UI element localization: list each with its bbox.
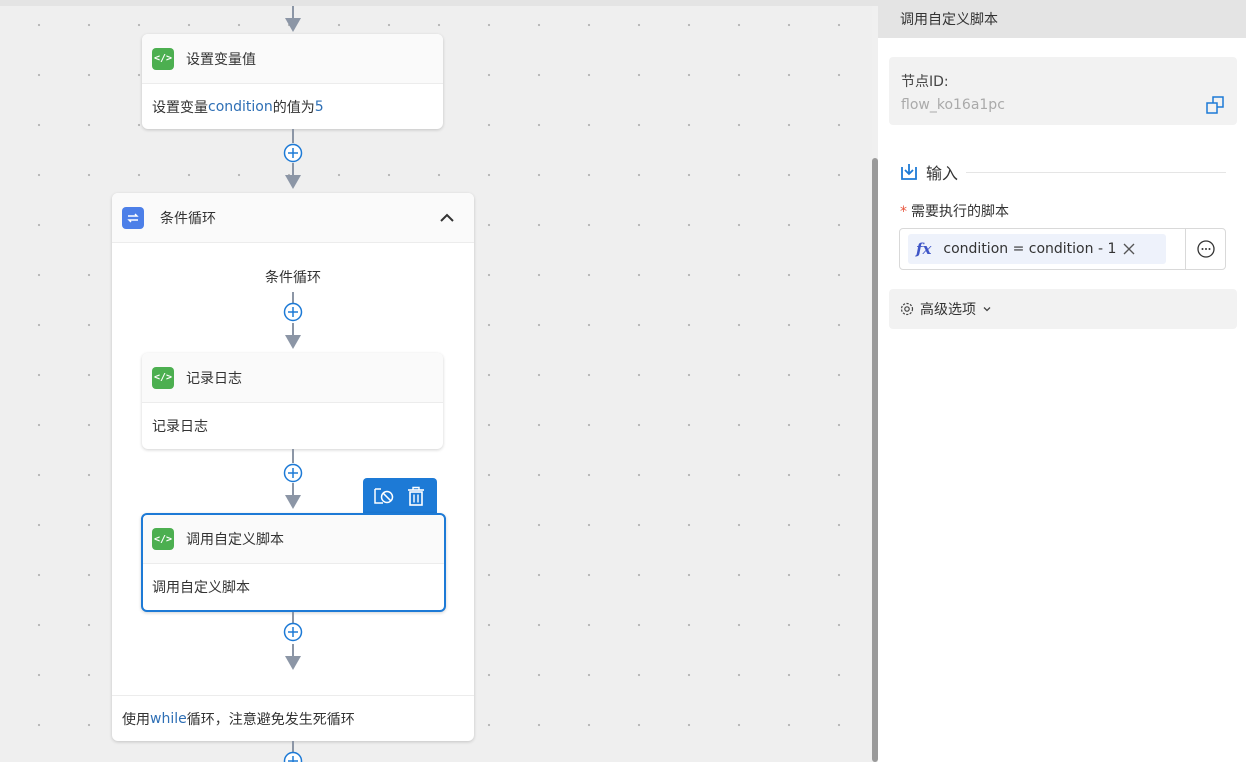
loop-footer: 使用 while 循环，注意避免发生死循环 <box>112 695 474 741</box>
node-id-label: 节点ID: <box>901 74 949 90</box>
loop-icon <box>122 206 144 229</box>
node-custom-script[interactable]: </> 调用自定义脚本 调用自定义脚本 <box>141 513 446 612</box>
ellipsis-icon <box>1196 240 1215 258</box>
footer-prefix: 使用 <box>122 711 150 728</box>
connector-arrow <box>285 6 301 32</box>
add-node-icon[interactable] <box>283 143 303 163</box>
input-section-title: 输入 <box>926 164 959 183</box>
advanced-options-toggle[interactable]: 高级选项 <box>889 289 1237 329</box>
footer-keyword: while <box>150 710 187 727</box>
copy-icon[interactable] <box>1205 95 1225 115</box>
advanced-options-label: 高级选项 <box>920 302 976 318</box>
node-toolbar <box>363 478 437 513</box>
fx-icon: fx <box>916 240 932 258</box>
node-description: 记录日志 <box>152 418 208 435</box>
add-node-icon[interactable] <box>283 463 303 483</box>
node-id-box: 节点ID: flow_ko16a1pc <box>889 57 1237 125</box>
more-options-button[interactable] <box>1185 229 1225 269</box>
desc-prefix: 设置变量 <box>152 99 208 116</box>
download-icon <box>901 164 917 180</box>
desc-mid: 的值为 <box>272 99 315 116</box>
code-icon: </> <box>152 528 174 550</box>
add-node-icon[interactable] <box>283 751 303 762</box>
script-tag[interactable]: fx condition = condition - 1 <box>908 234 1166 264</box>
panel-title: 调用自定义脚本 <box>878 0 1246 38</box>
variable-value: 5 <box>314 98 324 115</box>
chevron-down-icon <box>983 307 991 312</box>
loop-title: 条件循环 <box>160 210 216 227</box>
footer-suffix: 循环，注意避免发生死循环 <box>186 711 355 728</box>
node-description: 设置变量 condition 的值为 5 <box>142 84 443 129</box>
script-input[interactable]: fx condition = condition - 1 <box>899 228 1226 270</box>
close-icon[interactable] <box>1122 242 1136 256</box>
chevron-up-icon[interactable] <box>438 209 456 227</box>
gear-icon <box>900 302 914 316</box>
node-header: </> 调用自定义脚本 <box>143 515 444 564</box>
loop-header: 条件循环 <box>112 193 474 243</box>
trash-icon[interactable] <box>404 484 428 508</box>
script-value: condition = condition - 1 <box>943 241 1117 257</box>
node-log[interactable]: </> 记录日志 记录日志 <box>142 353 443 449</box>
disable-node-icon[interactable] <box>372 484 396 508</box>
input-section-header: 输入 <box>900 160 1226 184</box>
script-field-label: * 需要执行的脚本 <box>900 201 1009 221</box>
flow-canvas[interactable]: </> 设置变量值 设置变量 condition 的值为 5 条件循环 条件循环… <box>0 0 872 762</box>
node-header: </> 设置变量值 <box>142 34 443 84</box>
node-id-value: flow_ko16a1pc <box>901 97 1005 113</box>
node-title: 调用自定义脚本 <box>186 532 284 548</box>
node-title: 记录日志 <box>186 370 242 387</box>
properties-panel: 调用自定义脚本 节点ID: flow_ko16a1pc 输入 * 需要执行的脚本 … <box>878 0 1246 762</box>
node-set-variable[interactable]: </> 设置变量值 设置变量 condition 的值为 5 <box>142 34 443 129</box>
add-node-icon[interactable] <box>283 302 303 322</box>
required-marker: * <box>900 204 907 220</box>
add-node-icon[interactable] <box>283 622 303 642</box>
code-icon: </> <box>152 366 174 389</box>
script-label-text: 需要执行的脚本 <box>911 204 1009 220</box>
code-icon: </> <box>152 47 174 70</box>
variable-name: condition <box>208 98 273 115</box>
loop-label: 条件循环 <box>265 270 321 286</box>
node-header: </> 记录日志 <box>142 353 443 403</box>
node-description: 调用自定义脚本 <box>152 579 250 596</box>
divider <box>966 171 1226 173</box>
node-title: 设置变量值 <box>186 51 256 68</box>
